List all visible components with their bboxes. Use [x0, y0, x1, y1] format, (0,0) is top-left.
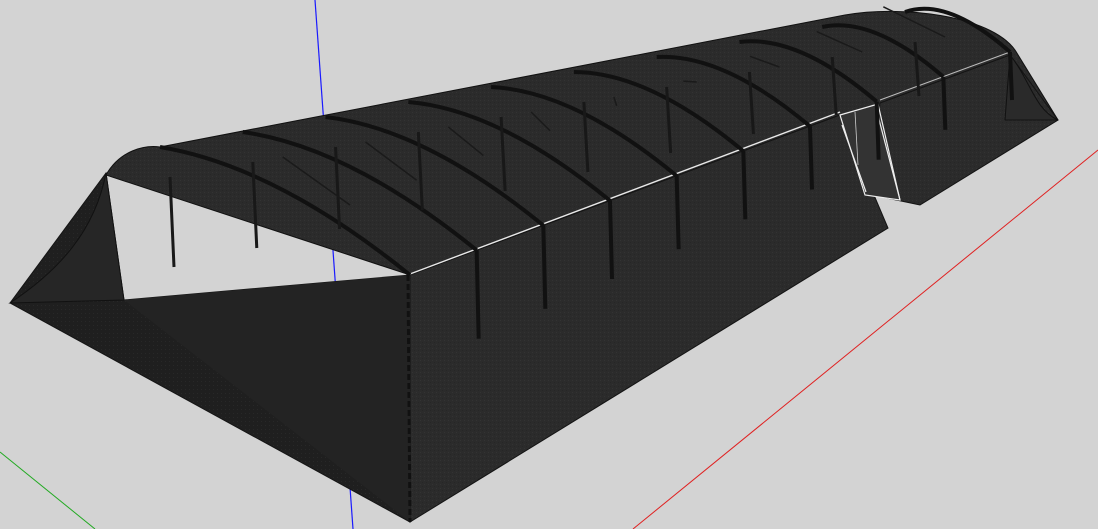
- green-axis-line: [0, 451, 96, 529]
- front-post: [608, 200, 614, 280]
- front-post: [741, 151, 748, 220]
- front-ground: [124, 275, 410, 522]
- front-post: [674, 175, 681, 250]
- scene-canvas: [0, 0, 1098, 529]
- front-post: [474, 250, 481, 339]
- front-post: [541, 225, 548, 309]
- shade-structure-model[interactable]: [8, 6, 1059, 523]
- roof-brace: [683, 80, 697, 83]
- front-post: [808, 126, 814, 190]
- front-post: [1008, 51, 1014, 101]
- 3d-viewport[interactable]: [0, 0, 1098, 529]
- front-post: [941, 76, 948, 130]
- front-post: [874, 101, 881, 160]
